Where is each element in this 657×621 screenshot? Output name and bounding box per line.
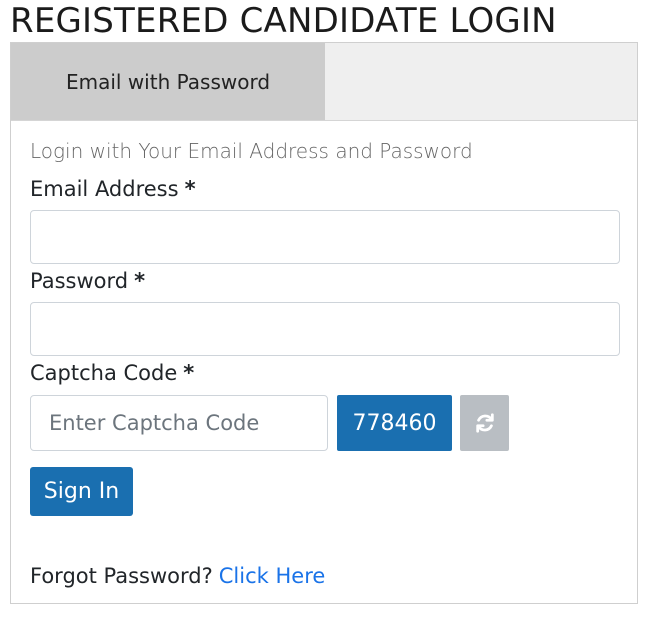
required-mark: * xyxy=(134,269,146,293)
captcha-label-text: Captcha Code xyxy=(30,361,178,385)
form-subtitle: Login with Your Email Address and Passwo… xyxy=(30,139,473,163)
captcha-label: Captcha Code * xyxy=(30,361,194,385)
page-title: REGISTERED CANDIDATE LOGIN xyxy=(10,1,557,41)
email-label: Email Address * xyxy=(30,177,196,201)
sign-in-button[interactable]: Sign In xyxy=(30,467,133,516)
required-mark: * xyxy=(183,361,195,385)
forgot-password-link[interactable]: Click Here xyxy=(219,564,326,588)
login-card: Email with Password Login with Your Emai… xyxy=(10,42,638,604)
password-label: Password * xyxy=(30,269,145,293)
refresh-captcha-button[interactable] xyxy=(460,395,509,451)
forgot-password-row: Forgot Password? Click Here xyxy=(30,564,325,588)
tab-bar: Email with Password xyxy=(11,43,637,121)
refresh-icon xyxy=(475,413,494,433)
required-mark: * xyxy=(184,177,196,201)
email-label-text: Email Address xyxy=(30,177,179,201)
forgot-password-text: Forgot Password? xyxy=(30,564,213,588)
captcha-code: 778460 xyxy=(337,395,452,451)
password-label-text: Password xyxy=(30,269,129,293)
email-field[interactable] xyxy=(30,210,620,264)
tab-email-with-password[interactable]: Email with Password xyxy=(11,43,325,120)
captcha-input[interactable] xyxy=(30,395,328,451)
password-field[interactable] xyxy=(30,302,620,356)
